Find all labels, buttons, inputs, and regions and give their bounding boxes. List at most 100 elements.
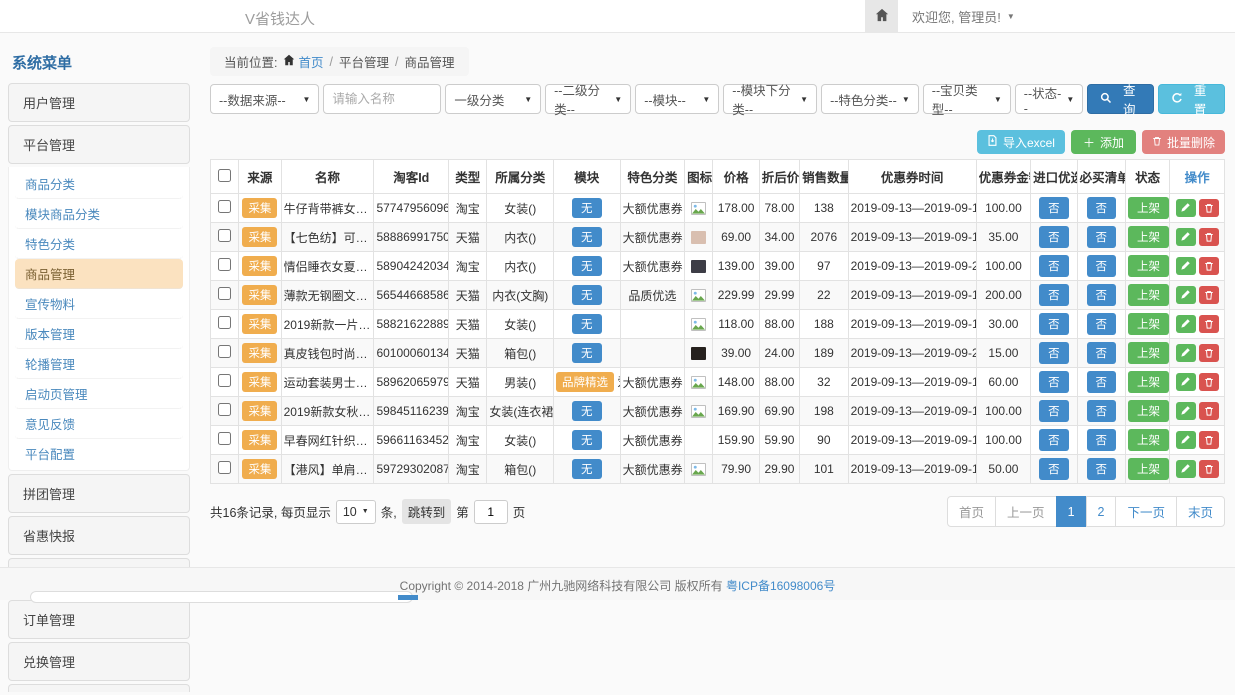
status-button[interactable]: 上架 [1128,400,1169,422]
edit-button[interactable] [1176,199,1196,217]
sidebar-item-意见反馈[interactable]: 意见反馈 [15,409,183,439]
delete-button[interactable] [1199,373,1219,391]
module-badge[interactable]: 无 [572,198,602,218]
page-button-末页[interactable]: 末页 [1176,496,1225,527]
import-select-toggle[interactable]: 否 [1039,400,1069,422]
row-checkbox[interactable] [218,229,231,242]
must-buy-toggle[interactable]: 否 [1087,429,1117,451]
must-buy-toggle[interactable]: 否 [1087,371,1117,393]
row-checkbox[interactable] [218,316,231,329]
import-select-toggle[interactable]: 否 [1039,284,1069,306]
import-select-toggle[interactable]: 否 [1039,342,1069,364]
sidebar-item-宣传物料[interactable]: 宣传物料 [15,289,183,319]
status-button[interactable]: 上架 [1128,429,1169,451]
delete-button[interactable] [1199,315,1219,333]
import-select-toggle[interactable]: 否 [1039,313,1069,335]
sidebar-item-模块商品分类[interactable]: 模块商品分类 [15,199,183,229]
sidebar-item-商品分类[interactable]: 商品分类 [15,169,183,199]
status-button[interactable]: 上架 [1128,255,1169,277]
row-checkbox[interactable] [218,374,231,387]
select-all-checkbox[interactable] [218,169,231,182]
edit-button[interactable] [1176,460,1196,478]
filter-select-5[interactable]: --宝贝类型--▼ [923,84,1011,114]
delete-button[interactable] [1199,431,1219,449]
status-button[interactable]: 上架 [1128,197,1169,219]
jump-page-input[interactable] [474,500,508,524]
module-badge[interactable]: 无 [572,285,602,305]
row-checkbox[interactable] [218,403,231,416]
page-button-1[interactable]: 1 [1056,496,1087,527]
edit-button[interactable] [1176,402,1196,420]
edit-button[interactable] [1176,257,1196,275]
import-select-toggle[interactable]: 否 [1039,429,1069,451]
page-button-首页[interactable]: 首页 [947,496,996,527]
must-buy-toggle[interactable]: 否 [1087,313,1117,335]
import-select-toggle[interactable]: 否 [1039,226,1069,248]
must-buy-toggle[interactable]: 否 [1087,197,1117,219]
delete-button[interactable] [1199,257,1219,275]
delete-button[interactable] [1199,344,1219,362]
data-source-select[interactable]: --数据来源--▼ [210,84,319,114]
must-buy-toggle[interactable]: 否 [1087,400,1117,422]
must-buy-toggle[interactable]: 否 [1087,255,1117,277]
breadcrumb-home-link[interactable]: 首页 [283,52,323,71]
filter-select-4[interactable]: --特色分类--▼ [821,84,919,114]
module-badge[interactable]: 无 [572,256,602,276]
status-button[interactable]: 上架 [1128,342,1169,364]
sidebar-group-partial[interactable] [8,684,190,692]
import-select-toggle[interactable]: 否 [1039,371,1069,393]
sidebar-item-平台配置[interactable]: 平台配置 [15,439,183,468]
filter-select-2[interactable]: --模块--▼ [635,84,719,114]
delete-button[interactable] [1199,460,1219,478]
module-badge[interactable]: 无 [572,314,602,334]
status-button[interactable]: 上架 [1128,371,1169,393]
edit-button[interactable] [1176,373,1196,391]
sidebar-item-版本管理[interactable]: 版本管理 [15,319,183,349]
row-checkbox[interactable] [218,287,231,300]
edit-button[interactable] [1176,344,1196,362]
status-button[interactable]: 上架 [1128,313,1169,335]
sidebar-group-平台管理[interactable]: 平台管理 [8,125,190,164]
sidebar-group-省惠快报[interactable]: 省惠快报 [8,516,190,555]
row-checkbox[interactable] [218,432,231,445]
must-buy-toggle[interactable]: 否 [1087,284,1117,306]
delete-button[interactable] [1199,199,1219,217]
sidebar-group-兑换管理[interactable]: 兑换管理 [8,642,190,681]
status-button[interactable]: 上架 [1128,226,1169,248]
status-button[interactable]: 上架 [1128,458,1169,480]
module-badge[interactable]: 无 [572,459,602,479]
page-button-2[interactable]: 2 [1086,496,1117,527]
filter-select-1[interactable]: --二级分类--▼ [545,84,631,114]
edit-button[interactable] [1176,286,1196,304]
edit-button[interactable] [1176,228,1196,246]
per-page-select[interactable]: 10 ▼ [336,500,376,524]
module-badge[interactable]: 品牌精选 [556,372,614,392]
row-checkbox[interactable] [218,200,231,213]
filter-select-3[interactable]: --模块下分类--▼ [723,84,817,114]
module-badge[interactable]: 无 [572,430,602,450]
home-button[interactable] [865,0,898,32]
sidebar-group-用户管理[interactable]: 用户管理 [8,83,190,122]
delete-button[interactable] [1199,286,1219,304]
filter-select-0[interactable]: 一级分类▼ [445,84,541,114]
reset-button[interactable]: 重置 [1158,84,1225,114]
must-buy-toggle[interactable]: 否 [1087,458,1117,480]
import-excel-button[interactable]: 导入excel [977,130,1065,154]
sidebar-item-启动页管理[interactable]: 启动页管理 [15,379,183,409]
delete-button[interactable] [1199,228,1219,246]
row-checkbox[interactable] [218,258,231,271]
sidebar-group-拼团管理[interactable]: 拼团管理 [8,474,190,513]
sidebar-item-轮播管理[interactable]: 轮播管理 [15,349,183,379]
search-button[interactable]: 查询 [1087,84,1154,114]
name-search-input[interactable] [323,84,441,114]
sidebar-item-商品管理[interactable]: 商品管理 [15,259,183,289]
import-select-toggle[interactable]: 否 [1039,255,1069,277]
edit-button[interactable] [1176,431,1196,449]
icp-link[interactable]: 粤ICP备16098006号 [726,579,835,593]
must-buy-toggle[interactable]: 否 [1087,226,1117,248]
page-button-下一页[interactable]: 下一页 [1115,496,1177,527]
module-badge[interactable]: 无 [572,401,602,421]
page-button-上一页[interactable]: 上一页 [995,496,1057,527]
sidebar-group-订单管理[interactable]: 订单管理 [8,600,190,639]
module-badge[interactable]: 无 [572,227,602,247]
